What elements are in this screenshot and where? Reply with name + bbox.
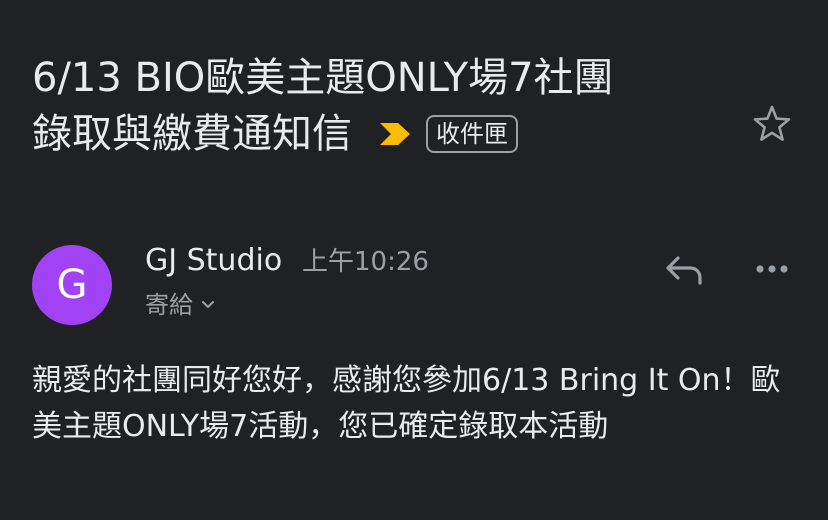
sender-name[interactable]: GJ Studio [145,241,282,281]
avatar-initial: G [56,262,88,308]
email-body: 親愛的社團同好您好，感謝您參加6/13 Bring It On！歐美主題ONLY… [32,363,781,444]
importance-marker-icon[interactable] [378,121,412,147]
recipients-toggle[interactable]: 寄給 [145,287,215,323]
more-horizontal-icon[interactable] [752,254,792,284]
subject-line-2: 錄取與繳費通知信 [32,111,352,157]
inbox-label-chip[interactable]: 收件匣 [426,115,518,153]
chevron-down-icon [202,301,214,308]
sent-time: 上午10:26 [302,247,429,277]
star-icon[interactable] [752,104,792,144]
reply-icon[interactable] [664,252,704,286]
email-view: 6/13 BIO歐美主題ONLY場7社團 錄取與繳費通知信 收件匣 G GJ S… [0,0,828,520]
email-subject: 6/13 BIO歐美主題ONLY場7社團 錄取與繳費通知信 收件匣 [32,50,722,162]
sender-avatar[interactable]: G [32,245,112,325]
to-label: 寄給 [145,291,193,319]
subject-line-1: 6/13 BIO歐美主題ONLY場7社團 [32,55,614,101]
